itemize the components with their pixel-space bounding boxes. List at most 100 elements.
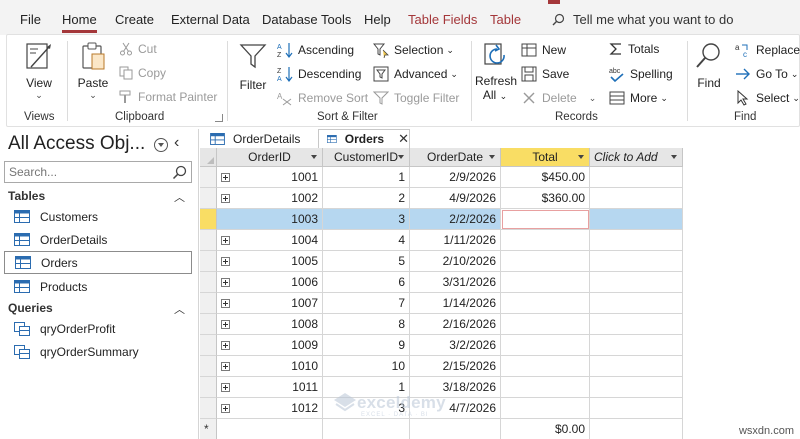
menu-create[interactable]: Create xyxy=(115,12,154,27)
total-cell[interactable] xyxy=(501,314,590,335)
record-selector[interactable] xyxy=(200,251,217,272)
orderid-cell[interactable]: 1012 xyxy=(217,398,323,419)
nav-collapse-icon[interactable]: ‹ xyxy=(174,134,179,152)
table-row[interactable]: 1003 3 2/2/2026 xyxy=(200,209,683,230)
total-cell[interactable] xyxy=(501,209,590,230)
customerid-cell[interactable]: 4 xyxy=(323,230,410,251)
click-to-add-cell[interactable] xyxy=(590,188,683,209)
column-dropdown-icon[interactable] xyxy=(671,155,677,159)
click-to-add-cell[interactable] xyxy=(590,209,683,230)
nav-table-orderdetails[interactable]: OrderDetails xyxy=(4,228,192,251)
remove-sort-button[interactable]: A Remove Sort xyxy=(277,90,368,106)
nav-query-qryorderprofit[interactable]: qryOrderProfit xyxy=(4,317,192,340)
click-to-add-cell[interactable] xyxy=(590,230,683,251)
nav-menu-dropdown-icon[interactable] xyxy=(154,138,168,152)
delete-button[interactable]: Delete ⌄ xyxy=(521,90,596,106)
goto-button[interactable]: Go To ⌄ xyxy=(735,66,798,82)
total-cell[interactable] xyxy=(501,335,590,356)
more-button[interactable]: More ⌄ xyxy=(609,90,668,106)
column-header-customerid[interactable]: CustomerID xyxy=(323,148,410,167)
total-cell[interactable] xyxy=(501,398,590,419)
tab-orders[interactable]: Orders ✕ xyxy=(318,129,410,148)
orderid-cell[interactable]: 1002 xyxy=(217,188,323,209)
orderdate-cell[interactable]: 2/2/2026 xyxy=(410,209,501,230)
orderdate-cell[interactable]: 3/2/2026 xyxy=(410,335,501,356)
record-selector[interactable] xyxy=(200,209,217,230)
record-selector[interactable] xyxy=(200,272,217,293)
copy-button[interactable]: Copy xyxy=(119,66,166,80)
total-cell[interactable]: $0.00 xyxy=(501,419,590,439)
nav-table-customers[interactable]: Customers xyxy=(4,205,192,228)
nav-section-tables[interactable]: Tables xyxy=(8,189,45,203)
table-row[interactable]: 1004 4 1/11/2026 xyxy=(200,230,683,251)
queries-collapse-icon[interactable]: ︿ xyxy=(174,301,185,317)
nav-search-input[interactable] xyxy=(5,162,165,182)
click-to-add-cell[interactable] xyxy=(590,251,683,272)
orderdate-cell[interactable]: 2/9/2026 xyxy=(410,167,501,188)
record-selector[interactable] xyxy=(200,335,217,356)
click-to-add-cell[interactable] xyxy=(590,356,683,377)
total-cell[interactable] xyxy=(501,293,590,314)
customerid-cell[interactable]: 2 xyxy=(323,188,410,209)
orderdate-cell[interactable]: 2/15/2026 xyxy=(410,356,501,377)
refresh-all-button[interactable]: Refresh All ⌄ xyxy=(475,41,517,102)
column-dropdown-icon[interactable] xyxy=(489,155,495,159)
orderdate-cell[interactable]: 1/11/2026 xyxy=(410,230,501,251)
click-to-add-cell[interactable] xyxy=(590,335,683,356)
record-selector[interactable] xyxy=(200,230,217,251)
new-record-button[interactable]: New xyxy=(521,42,566,58)
totals-button[interactable]: Totals xyxy=(609,42,659,56)
orderid-cell[interactable]: 1006 xyxy=(217,272,323,293)
paste-button[interactable]: Paste ⌄ xyxy=(75,41,111,101)
orderid-cell[interactable]: 1003 xyxy=(217,209,323,230)
customerid-cell[interactable]: 10 xyxy=(323,356,410,377)
orderdate-cell[interactable]: 3/31/2026 xyxy=(410,272,501,293)
record-selector[interactable] xyxy=(200,398,217,419)
ascending-button[interactable]: A Z Ascending xyxy=(277,42,354,58)
find-button[interactable]: Find xyxy=(691,41,727,90)
menu-file[interactable]: File xyxy=(20,12,41,27)
click-to-add-cell[interactable] xyxy=(590,167,683,188)
menu-help[interactable]: Help xyxy=(364,12,391,27)
table-row[interactable]: 1008 8 2/16/2026 xyxy=(200,314,683,335)
nav-section-queries[interactable]: Queries xyxy=(8,301,53,315)
view-button[interactable]: View ⌄ xyxy=(21,41,57,101)
record-selector[interactable] xyxy=(200,188,217,209)
click-to-add-cell[interactable] xyxy=(590,419,683,439)
menu-home[interactable]: Home xyxy=(62,12,97,33)
table-row[interactable]: 1009 9 3/2/2026 xyxy=(200,335,683,356)
spelling-button[interactable]: abc Spelling xyxy=(609,66,673,82)
nav-pane-title[interactable]: All Access Obj... xyxy=(8,133,145,155)
select-all-corner[interactable] xyxy=(200,148,217,167)
column-header-orderdate[interactable]: OrderDate xyxy=(410,148,501,167)
click-to-add-cell[interactable] xyxy=(590,377,683,398)
nav-table-orders[interactable]: Orders xyxy=(4,251,192,274)
total-cell[interactable]: $360.00 xyxy=(501,188,590,209)
orderdate-cell[interactable]: 2/10/2026 xyxy=(410,251,501,272)
total-cell[interactable] xyxy=(501,251,590,272)
orderdate-cell[interactable] xyxy=(410,419,501,439)
orderid-cell[interactable]: 1007 xyxy=(217,293,323,314)
column-header-total[interactable]: Total xyxy=(501,148,590,167)
orderid-cell[interactable] xyxy=(217,419,323,439)
table-row[interactable]: 1002 2 4/9/2026 $360.00 xyxy=(200,188,683,209)
toggle-filter-button[interactable]: Toggle Filter xyxy=(373,90,459,106)
tables-collapse-icon[interactable]: ︿ xyxy=(174,189,185,205)
customerid-cell[interactable]: 9 xyxy=(323,335,410,356)
orderid-cell[interactable]: 1001 xyxy=(217,167,323,188)
format-painter-button[interactable]: Format Painter xyxy=(119,90,217,104)
total-cell[interactable] xyxy=(501,356,590,377)
menu-external-data[interactable]: External Data xyxy=(171,12,250,27)
record-selector[interactable] xyxy=(200,356,217,377)
nav-query-qryordersummary[interactable]: qryOrderSummary xyxy=(4,340,192,363)
customerid-cell[interactable] xyxy=(323,419,410,439)
record-selector[interactable]: * xyxy=(200,419,217,439)
tell-me-box[interactable]: Tell me what you want to do xyxy=(552,12,733,27)
orderid-cell[interactable]: 1011 xyxy=(217,377,323,398)
menu-table-fields[interactable]: Table Fields xyxy=(408,12,477,27)
customerid-cell[interactable]: 8 xyxy=(323,314,410,335)
table-row[interactable]: 1010 10 2/15/2026 xyxy=(200,356,683,377)
menu-database-tools[interactable]: Database Tools xyxy=(262,12,351,27)
cut-button[interactable]: Cut xyxy=(119,42,157,56)
orderid-cell[interactable]: 1005 xyxy=(217,251,323,272)
